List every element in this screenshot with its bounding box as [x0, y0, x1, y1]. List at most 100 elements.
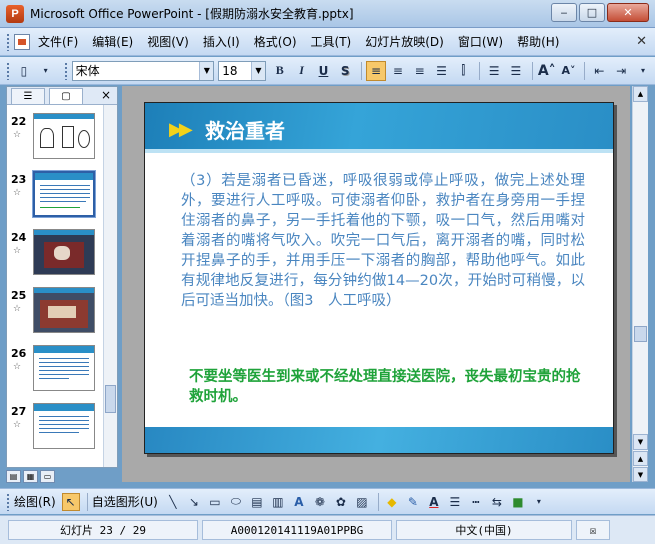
toolbar-options-icon[interactable]: ▾	[530, 493, 548, 511]
line-color-icon[interactable]: ✎	[404, 493, 422, 511]
font-name-combo[interactable]: 宋体 ▼	[71, 60, 215, 81]
shadow-style-icon[interactable]: ■	[509, 493, 527, 511]
thumbnail-slide-26[interactable]: 26 ☆	[7, 345, 103, 397]
scrollbar-thumb[interactable]	[105, 385, 116, 413]
menu-help[interactable]: 帮助(H)	[517, 33, 559, 50]
design-template: A000120141119A01PPBG	[202, 520, 392, 540]
vertical-textbox-icon[interactable]: ▥	[269, 493, 287, 511]
align-center-icon[interactable]: ≡	[388, 61, 408, 81]
close-icon[interactable]: ✕	[607, 3, 649, 22]
line-icon[interactable]: ╲	[164, 493, 182, 511]
increase-indent-icon[interactable]: ⇥	[611, 61, 631, 81]
menu-insert[interactable]: 插入(I)	[203, 33, 240, 50]
thumbnail-slide-23[interactable]: 23 ☆	[7, 170, 103, 223]
thumbnail-slide-22[interactable]: 22 ☆	[7, 113, 103, 165]
thumbnail-image	[33, 113, 95, 159]
picture-icon[interactable]: ▨	[353, 493, 371, 511]
arrow-style-icon[interactable]: ⇆	[488, 493, 506, 511]
toolbar-separator	[479, 61, 481, 80]
maximize-icon[interactable]: □	[579, 3, 605, 22]
menu-file[interactable]: 文件(F)	[38, 33, 78, 50]
bold-button[interactable]: B	[270, 61, 290, 81]
close-icon[interactable]: ×	[101, 88, 111, 102]
fill-color-icon[interactable]: ◆	[383, 493, 401, 511]
thumbnail-slide-25[interactable]: 25 ☆	[7, 287, 103, 339]
grip-handle[interactable]	[63, 61, 68, 80]
bullet-list-icon[interactable]: ☰	[506, 61, 526, 81]
autoshapes-button[interactable]: 自选图形(U)	[92, 493, 158, 510]
thumbnail-slide-24[interactable]: 24 ☆	[7, 229, 103, 281]
toolbar-separator	[584, 61, 586, 80]
menu-edit[interactable]: 编辑(E)	[92, 33, 133, 50]
new-document-icon[interactable]: ▯	[14, 61, 34, 81]
slide-body-text[interactable]: （3）若是溺者已昏迷，呼吸很弱或停止呼吸，做完上述处理外，要进行人工呼吸。可使溺…	[181, 171, 585, 311]
menu-tools[interactable]: 工具(T)	[311, 33, 352, 50]
language-indicator: 中文(中国)	[396, 520, 572, 540]
shadow-button[interactable]: S	[335, 61, 355, 81]
toolbar-options-icon[interactable]: ▾	[633, 61, 653, 81]
italic-button[interactable]: I	[292, 61, 312, 81]
previous-slide-icon[interactable]: ▲	[633, 451, 648, 466]
slides-tab-icon[interactable]: ▢	[49, 87, 83, 104]
slide[interactable]: ▶▶ 救治重者 （3）若是溺者已昏迷，呼吸很弱或停止呼吸，做完上述处理外，要进行…	[144, 102, 614, 454]
font-name-value: 宋体	[75, 64, 100, 78]
spelling-check-icon[interactable]: ☒	[576, 520, 610, 540]
textbox-icon[interactable]: ▤	[248, 493, 266, 511]
menu-format[interactable]: 格式(O)	[254, 33, 297, 50]
numbered-list-icon[interactable]: ☰	[484, 61, 504, 81]
thumbnail-image	[33, 345, 95, 391]
arrow-icon[interactable]: ↘	[185, 493, 203, 511]
grip-handle[interactable]	[6, 492, 10, 511]
outline-tab-icon[interactable]: ☰	[11, 87, 45, 104]
toolbar-separator	[86, 492, 88, 511]
dash-style-icon[interactable]: ┅	[467, 493, 485, 511]
decrease-indent-icon[interactable]: ⇤	[589, 61, 609, 81]
align-left-icon[interactable]: ≡	[366, 60, 386, 81]
distributed-icon[interactable]: ☰	[432, 61, 452, 81]
normal-view-icon[interactable]: ▤	[6, 470, 21, 483]
vertical-text-icon[interactable]: ⫿	[453, 61, 473, 81]
minimize-icon[interactable]: ‒	[551, 3, 577, 22]
line-style-icon[interactable]: ☰	[446, 493, 464, 511]
select-objects-icon[interactable]: ↖	[61, 492, 80, 511]
menu-view[interactable]: 视图(V)	[147, 33, 189, 50]
rectangle-icon[interactable]: ▭	[206, 493, 224, 511]
underline-button[interactable]: U	[314, 61, 334, 81]
thumbnail-number: 25	[11, 289, 27, 302]
thumbnail-scrollbar[interactable]	[103, 105, 117, 467]
toolbar-options-icon[interactable]: ▾	[36, 61, 56, 81]
font-size-value: 18	[222, 63, 238, 78]
decrease-font-icon[interactable]: A˅	[559, 61, 579, 81]
align-right-icon[interactable]: ≡	[410, 61, 430, 81]
slide-footer	[145, 427, 613, 453]
grip-handle[interactable]	[6, 32, 10, 51]
draw-menu-button[interactable]: 绘图(R)	[14, 493, 56, 510]
chevron-down-icon[interactable]: ▼	[199, 61, 214, 80]
scroll-down-icon[interactable]: ▼	[633, 434, 648, 450]
slide-title[interactable]: 救治重者	[205, 115, 285, 144]
menu-slideshow[interactable]: 幻灯片放映(D)	[365, 33, 444, 50]
increase-font-icon[interactable]: A˄	[537, 61, 557, 81]
font-size-combo[interactable]: 18 ▼	[218, 60, 266, 81]
diagram-icon[interactable]: ❁	[311, 493, 329, 511]
thumbnail-slide-27[interactable]: 27 ☆	[7, 403, 103, 455]
thumbnail-number: 22	[11, 115, 27, 128]
font-color-icon[interactable]: A	[425, 493, 443, 511]
animation-star-icon: ☆	[13, 362, 22, 372]
grip-handle[interactable]	[6, 61, 10, 80]
next-slide-icon[interactable]: ▼	[633, 467, 648, 482]
wordart-icon[interactable]: A	[290, 493, 308, 511]
slideshow-view-icon[interactable]: ▭	[40, 470, 55, 483]
slide-scrollbar[interactable]: ▲ ▼ ▲ ▼	[632, 86, 648, 482]
thumbnail-number: 24	[11, 231, 27, 244]
slide-sorter-icon[interactable]: ▦	[23, 470, 38, 483]
slide-emphasis-text[interactable]: 不要坐等医生到来或不经处理直接送医院，丧失最初宝贵的抢救时机。	[189, 367, 589, 407]
oval-icon[interactable]: ⬭	[227, 493, 245, 511]
clipart-icon[interactable]: ✿	[332, 493, 350, 511]
menu-window[interactable]: 窗口(W)	[458, 33, 503, 50]
scroll-up-icon[interactable]: ▲	[633, 86, 648, 102]
chevron-down-icon[interactable]: ▼	[250, 61, 265, 80]
scrollbar-thumb[interactable]	[634, 326, 647, 342]
document-icon[interactable]	[14, 33, 30, 50]
close-document-icon[interactable]: ✕	[636, 34, 647, 49]
